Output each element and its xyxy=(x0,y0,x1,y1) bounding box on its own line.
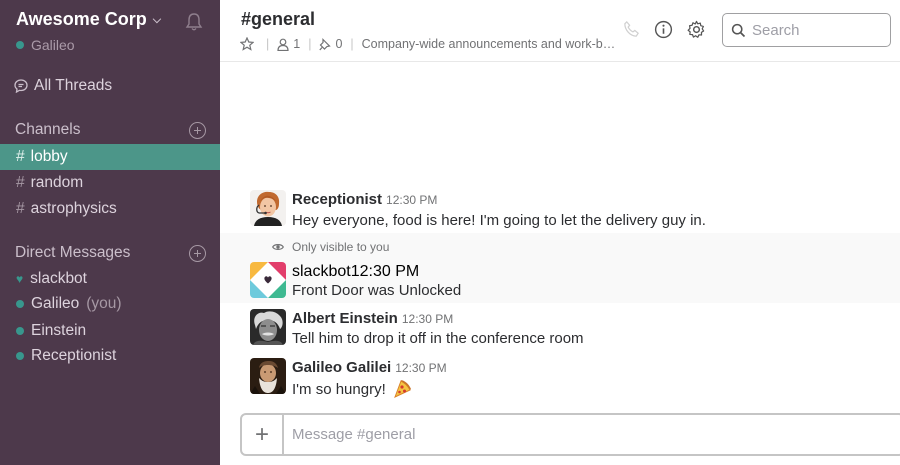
message-text: Tell him to drop it off in the conferenc… xyxy=(292,330,584,347)
message-text: I'm so hungry! xyxy=(292,380,386,398)
message-author[interactable]: Receptionist 12:30 PM xyxy=(292,191,437,208)
member-count[interactable]: 1 xyxy=(293,37,300,51)
pizza-icon xyxy=(393,380,411,398)
channel-topic[interactable]: Company-wide announcements and work-b… xyxy=(362,37,616,51)
current-user[interactable]: Galileo xyxy=(16,37,75,53)
message-composer: + xyxy=(240,413,900,456)
dm-label: Galileo xyxy=(31,294,80,312)
chevron-down-icon: ⌵ xyxy=(152,14,162,26)
team-name: Awesome Corp xyxy=(16,9,147,29)
message-text: Front Door was Unlocked xyxy=(292,282,462,299)
avatar[interactable] xyxy=(250,358,286,394)
dm-header[interactable]: Direct Messages xyxy=(15,244,130,262)
hash-icon: # xyxy=(16,148,25,165)
sidebar-dm-einstein[interactable]: Einstein xyxy=(0,318,220,343)
threads-icon xyxy=(14,79,28,93)
bell-icon[interactable] xyxy=(184,12,204,32)
sidebar-dm-receptionist[interactable]: Receptionist xyxy=(0,343,220,368)
message-time[interactable]: 12:30 PM xyxy=(351,263,419,280)
eye-icon xyxy=(272,244,284,250)
channel-header: #general | 1 | 0 | Company-wide announce… xyxy=(220,0,900,62)
avatar[interactable] xyxy=(250,262,286,298)
dm-label: slackbot xyxy=(30,269,87,287)
info-icon[interactable] xyxy=(654,20,673,39)
search-box[interactable] xyxy=(722,13,891,47)
author-name: slackbot xyxy=(292,263,351,280)
hash-icon: # xyxy=(16,174,25,191)
attach-button[interactable]: + xyxy=(242,415,284,454)
all-threads-link[interactable]: All Threads xyxy=(14,77,112,95)
presence-dot-icon xyxy=(16,299,24,308)
channel-label: random xyxy=(30,174,84,191)
search-input[interactable] xyxy=(752,21,882,39)
dm-label: Receptionist xyxy=(31,346,117,364)
add-channel-icon[interactable] xyxy=(189,122,206,139)
member-icon[interactable] xyxy=(277,38,289,51)
message-author[interactable]: slackbot12:30 PM xyxy=(292,263,419,281)
presence-dot-icon xyxy=(16,41,24,49)
divider: | xyxy=(350,37,354,51)
sidebar-channel-lobby[interactable]: # lobby xyxy=(0,144,220,170)
message-time[interactable]: 12:30 PM xyxy=(395,361,446,375)
sidebar-dm-slackbot[interactable]: ♥ slackbot xyxy=(0,266,220,291)
heart-icon: ♥ xyxy=(16,271,24,286)
channel-title[interactable]: #general xyxy=(241,9,315,30)
pizza-emoji[interactable] xyxy=(392,379,412,399)
sidebar-dm-galileo[interactable]: Galileo (you) xyxy=(0,291,220,316)
message-text-row: I'm so hungry! xyxy=(292,379,412,399)
visibility-note: Only visible to you xyxy=(272,240,389,254)
message-time[interactable]: 12:30 PM xyxy=(386,193,437,207)
star-icon[interactable] xyxy=(240,37,254,51)
channel-label: astrophysics xyxy=(30,200,117,217)
phone-icon[interactable] xyxy=(622,20,641,39)
divider: | xyxy=(308,37,312,51)
divider: | xyxy=(266,37,270,51)
plus-icon: + xyxy=(254,420,269,448)
team-menu[interactable]: Awesome Corp ⌵ xyxy=(16,9,161,30)
sidebar-channel-random[interactable]: # random xyxy=(0,170,220,196)
presence-dot-icon xyxy=(16,351,24,360)
dm-label: Einstein xyxy=(31,321,87,339)
gear-icon[interactable] xyxy=(687,20,706,39)
you-suffix: (you) xyxy=(86,294,122,312)
visibility-note-text: Only visible to you xyxy=(292,240,390,254)
all-threads-label: All Threads xyxy=(34,77,113,94)
author-name: Albert Einstein xyxy=(292,310,398,327)
ephemeral-message: Only visible to you slackbot12:30 PM Fro… xyxy=(220,233,900,303)
message-time[interactable]: 12:30 PM xyxy=(402,312,453,326)
hash-icon: # xyxy=(16,200,25,217)
author-name: Galileo Galilei xyxy=(292,359,392,376)
pin-icon[interactable] xyxy=(319,37,332,51)
sidebar: Awesome Corp ⌵ Galileo All Threads Chann… xyxy=(0,0,220,465)
pin-count[interactable]: 0 xyxy=(335,37,342,51)
message-input[interactable] xyxy=(284,415,784,454)
search-icon xyxy=(731,23,746,37)
current-user-name: Galileo xyxy=(31,37,75,53)
message-text: Hey everyone, food is here! I'm going to… xyxy=(292,212,706,229)
presence-dot-icon xyxy=(16,326,24,335)
message-author[interactable]: Galileo Galilei 12:30 PM xyxy=(292,359,447,376)
avatar[interactable] xyxy=(250,309,286,345)
channels-header[interactable]: Channels xyxy=(15,121,81,139)
add-dm-icon[interactable] xyxy=(189,245,206,262)
author-name: Receptionist xyxy=(292,191,383,208)
message-author[interactable]: Albert Einstein 12:30 PM xyxy=(292,310,453,327)
channel-meta: | 1 | 0 | Company-wide announcements and… xyxy=(240,37,615,51)
channel-label: lobby xyxy=(30,148,68,165)
sidebar-channel-astrophysics[interactable]: # astrophysics xyxy=(0,196,220,222)
avatar[interactable] xyxy=(250,190,286,226)
